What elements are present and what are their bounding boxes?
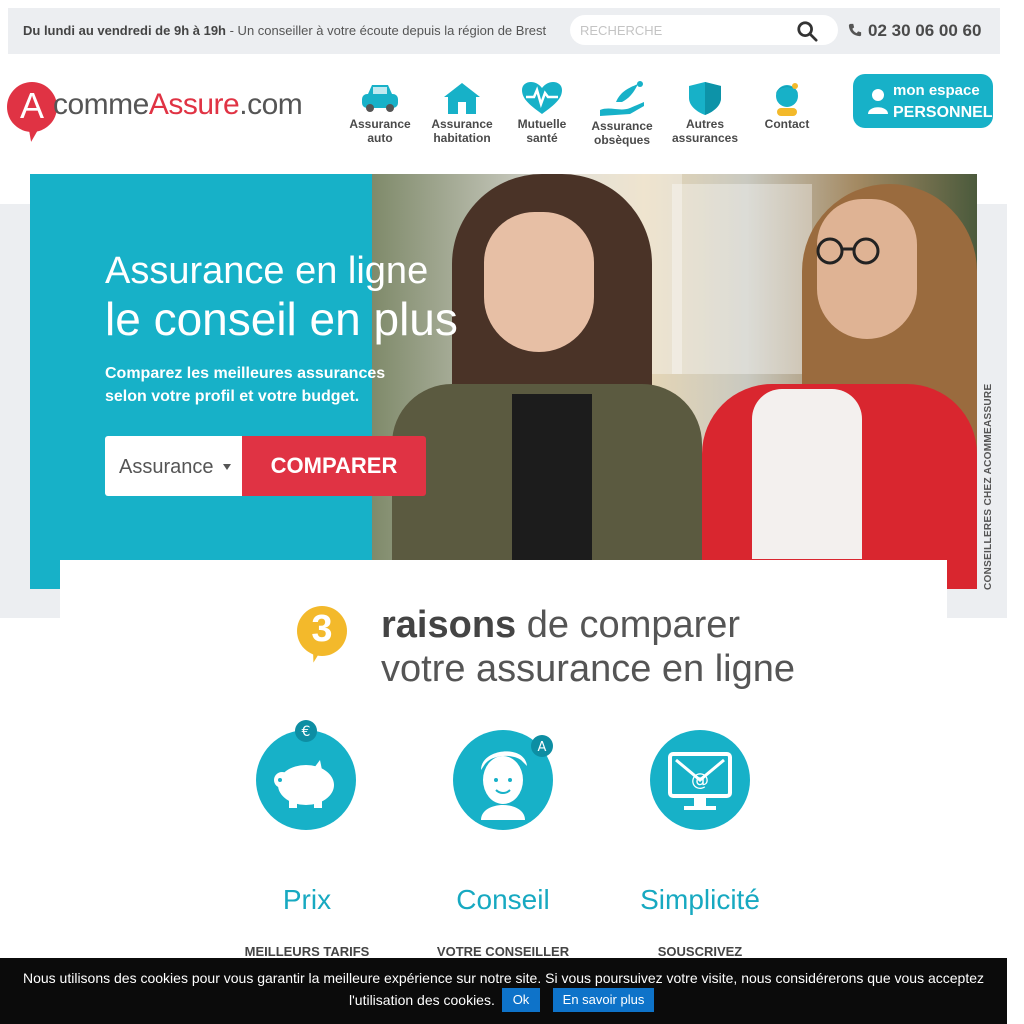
- nav-label-line1: Assurance: [349, 117, 411, 131]
- phone-icon: [848, 23, 862, 37]
- computer-email-icon: @: [650, 730, 750, 830]
- nav-contact[interactable]: Contact: [747, 80, 827, 130]
- photo-person-right-shirt: [752, 389, 862, 559]
- cookie-more-button[interactable]: En savoir plus: [553, 988, 654, 1012]
- svg-text:@: @: [691, 770, 709, 791]
- cookie-message-line1: Nous utilisons des cookies pour vous gar…: [22, 970, 985, 986]
- insurance-type-select[interactable]: Assurance: [105, 436, 243, 496]
- piggy-bank-icon-graphic: [274, 760, 334, 808]
- nav-assurance-auto[interactable]: Assurance auto: [340, 80, 420, 144]
- logo-part-1: comme: [53, 88, 149, 121]
- user-icon: [868, 89, 888, 114]
- nav-assurance-obseques[interactable]: Assurance obsèques: [582, 80, 662, 146]
- hero-side-caption: CONSEILLERES CHEZ ACOMMEASSURE: [983, 383, 994, 590]
- reasons-number: 3: [311, 608, 333, 650]
- opening-hours-text: - Un conseiller à votre écoute depuis la…: [226, 23, 547, 38]
- nav-label-line2: assurances: [671, 131, 739, 145]
- reasons-heading-bold: raisons: [381, 604, 517, 646]
- nav-label-line2: auto: [367, 131, 393, 145]
- photo-window: [672, 184, 812, 374]
- reasons-heading-line1: raisons de comparer: [381, 604, 740, 647]
- opening-hours-bold: Du lundi au vendredi de 9h à 19h: [23, 23, 226, 38]
- piggy-bank-icon: [256, 730, 356, 830]
- reason-title-conseil: Conseil: [456, 884, 550, 915]
- hero-subtitle: Comparez les meilleures assurances selon…: [105, 365, 386, 405]
- reason-caption-prix: MEILLEURS TARIFS: [244, 944, 370, 959]
- nav-assurance-habitation[interactable]: Assurance habitation: [422, 80, 502, 144]
- photo-glasses: [816, 237, 880, 265]
- euro-coin-icon: €: [295, 720, 317, 742]
- svg-text:€: €: [302, 724, 311, 740]
- hero-title-line1: Assurance en ligne: [105, 250, 429, 292]
- comparer-button[interactable]: COMPARER: [242, 436, 426, 496]
- cookie-message-line2: l'utilisation des cookies.: [349, 992, 495, 1008]
- site-logo[interactable]: A commeAssure.com: [7, 82, 307, 144]
- photo-person-left-face: [484, 212, 594, 352]
- house-icon: [444, 83, 480, 114]
- reason-caption-simplicite: SOUSCRIVEZ: [657, 944, 743, 959]
- chevron-down-icon: [223, 464, 231, 470]
- advisor-icon: [776, 83, 798, 116]
- nav-label-line1: Mutuelle: [517, 117, 567, 131]
- select-value: Assurance: [119, 456, 214, 478]
- nav-mutuelle-sante[interactable]: Mutuelle santé: [502, 80, 582, 144]
- phone-number[interactable]: 02 30 06 00 60: [868, 21, 981, 40]
- espace-line1: mon espace: [893, 82, 980, 99]
- logo-letter: A: [19, 85, 44, 126]
- photo-person-right-face: [817, 199, 917, 339]
- nav-label-line1: Contact: [764, 117, 810, 131]
- hero-title-line2: le conseil en plus: [105, 293, 458, 345]
- reasons-heading-rest: de comparer: [516, 604, 741, 646]
- nav-label-line1: Assurance: [431, 117, 493, 131]
- reason-title-simplicite: Simplicité: [640, 884, 760, 915]
- espace-line2: PERSONNEL: [893, 104, 993, 121]
- logo-part-2: Assure: [148, 88, 240, 121]
- top-info-bar: Du lundi au vendredi de 9h à 19h - Un co…: [8, 8, 1000, 54]
- hero-photo: [372, 174, 977, 589]
- reasons-heading-line2: votre assurance en ligne: [381, 648, 796, 690]
- nav-label-line2: santé: [526, 131, 558, 145]
- cookie-banner: Nous utilisons des cookies pour vous gar…: [0, 958, 1007, 1024]
- computer-email-icon-graphic: @: [668, 752, 732, 810]
- search-input[interactable]: [580, 19, 780, 41]
- mon-espace-personnel-button[interactable]: mon espace PERSONNEL: [853, 74, 993, 128]
- nav-label-line2: habitation: [433, 131, 491, 145]
- reason-title-prix: Prix: [282, 884, 332, 915]
- shield-icon: [689, 82, 721, 115]
- a-bubble-icon: A: [531, 735, 553, 757]
- opening-hours: Du lundi au vendredi de 9h à 19h - Un co…: [23, 23, 546, 38]
- car-icon: [362, 85, 398, 112]
- dove-hand-icon: [600, 81, 644, 116]
- cookie-ok-button[interactable]: Ok: [502, 988, 540, 1012]
- nav-label-line1: Autres: [685, 117, 724, 131]
- phone-link[interactable]: 02 30 06 00 60: [848, 21, 981, 41]
- reason-caption-conseil: VOTRE CONSEILLER: [436, 944, 570, 959]
- search-box[interactable]: [570, 15, 838, 45]
- nav-label-line2: obsèques: [593, 133, 650, 147]
- svg-text:A: A: [538, 740, 547, 755]
- logo-part-3: .com: [239, 88, 303, 121]
- heart-pulse-icon: [522, 82, 562, 114]
- nav-label-line1: Assurance: [591, 119, 653, 133]
- logo-wordmark: commeAssure.com: [53, 88, 303, 122]
- search-icon[interactable]: [796, 20, 818, 42]
- nav-autres-assurances[interactable]: Autres assurances: [665, 80, 745, 144]
